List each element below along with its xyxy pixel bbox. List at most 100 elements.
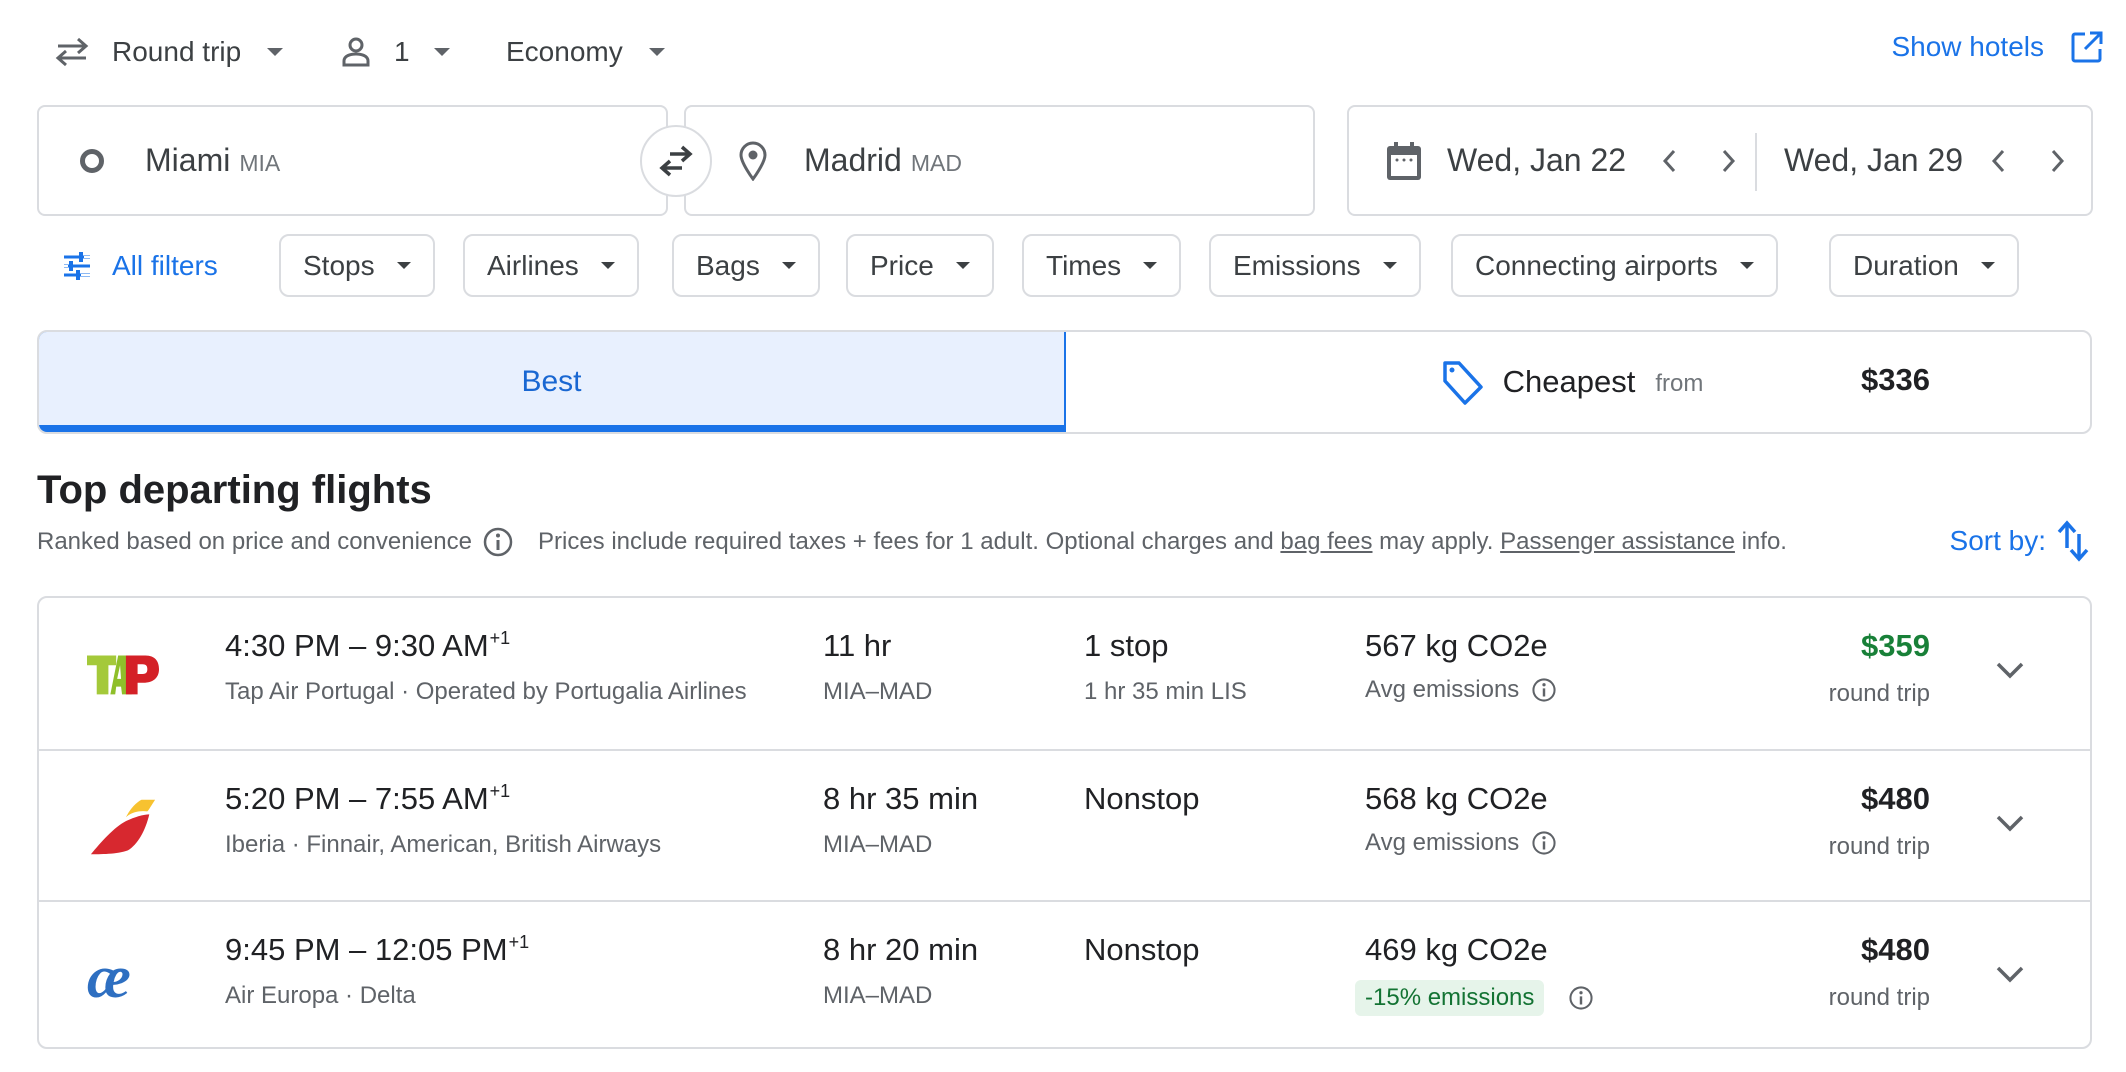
filter-stops[interactable]: Stops	[279, 234, 435, 297]
filter-times[interactable]: Times	[1022, 234, 1182, 297]
chevron-down-icon	[433, 48, 450, 56]
flight-stops: Nonstop	[1084, 932, 1200, 967]
emissions-badge: -15% emissions	[1355, 980, 1545, 1016]
flight-route: MIA–MAD	[823, 982, 933, 1009]
flight-row[interactable]: 4:30 PM – 9:30 AM+1 Tap Air Portugal · O…	[39, 598, 2090, 749]
times-text: 9:45 PM – 12:05 PM	[225, 932, 508, 967]
chevron-down-icon	[955, 262, 970, 269]
flight-duration: 8 hr 20 min	[823, 932, 979, 967]
expand-flight-button[interactable]	[1988, 803, 2032, 847]
filter-emissions[interactable]: Emissions	[1209, 234, 1421, 297]
filter-bags[interactable]: Bags	[672, 234, 820, 297]
chevron-down-icon	[1995, 813, 2025, 838]
filter-label: Duration	[1853, 249, 1959, 281]
flight-times: 9:45 PM – 12:05 PM+1	[225, 932, 529, 968]
times-text: 4:30 PM – 9:30 AM	[225, 628, 489, 663]
tab-best-label: Best	[521, 365, 582, 398]
price-type: round trip	[1828, 833, 1930, 860]
flight-price: $480	[1861, 781, 1930, 816]
emissions-note-text: Avg emissions	[1365, 676, 1520, 703]
prices-note-2: may apply.	[1379, 528, 1494, 555]
emissions-note-text: Avg emissions	[1365, 829, 1520, 856]
cheapest-price: $336	[1861, 362, 1930, 397]
depart-date-field[interactable]: Wed, Jan 22	[1385, 107, 1748, 214]
chevron-down-icon	[1995, 964, 2025, 989]
chevron-down-icon	[1980, 262, 1995, 269]
filter-airlines[interactable]: Airlines	[463, 234, 639, 297]
flight-duration: 8 hr 35 min	[823, 781, 979, 816]
chevron-down-icon	[600, 262, 615, 269]
air-europa-logo: æ	[87, 942, 159, 1014]
layover-info: 1 hr 35 min LIS	[1084, 678, 1247, 705]
tap-air-portugal-logo	[87, 638, 159, 710]
filter-label: Bags	[696, 249, 760, 281]
return-next-day-button[interactable]	[2037, 141, 2077, 181]
sort-by-button[interactable]: Sort by:	[1950, 520, 2090, 562]
filter-label: Price	[870, 249, 934, 281]
info-icon[interactable]	[1531, 677, 1557, 703]
tune-filters-icon	[62, 251, 92, 281]
all-filters-button[interactable]: All filters	[62, 234, 218, 297]
date-range-field[interactable]: Wed, Jan 22 Wed, Jan 29	[1347, 105, 2093, 216]
chevron-down-icon	[1739, 262, 1754, 269]
cabin-class-label: Economy	[506, 36, 623, 67]
depart-prev-day-button[interactable]	[1650, 141, 1690, 181]
prices-note: Prices include required taxes + fees for…	[537, 528, 1274, 555]
tab-cheapest[interactable]: Cheapest from $336	[1066, 332, 2090, 432]
bag-fees-link[interactable]: bag fees	[1280, 528, 1372, 556]
trip-type-select[interactable]: Round trip	[54, 30, 284, 74]
sort-by-label: Sort by:	[1949, 525, 2046, 556]
swap-horizontal-icon	[54, 36, 90, 68]
destination-field[interactable]: Madrid MAD	[684, 105, 1315, 216]
chevron-down-icon	[648, 48, 665, 56]
price-type: round trip	[1828, 984, 1930, 1011]
all-filters-label: All filters	[112, 249, 218, 281]
filter-label: Connecting airports	[1475, 249, 1718, 281]
flight-route: MIA–MAD	[823, 831, 933, 858]
tab-best[interactable]: Best	[39, 332, 1066, 432]
show-hotels-link[interactable]: Show hotels	[1891, 30, 2104, 64]
info-icon[interactable]	[1531, 830, 1557, 856]
filter-connecting-airports[interactable]: Connecting airports	[1451, 234, 1778, 297]
filter-price[interactable]: Price	[846, 234, 994, 297]
emissions-note: -15% emissions	[1355, 980, 1594, 1016]
flight-times: 4:30 PM – 9:30 AM+1	[225, 628, 510, 664]
airline-name: Tap Air Portugal · Operated by Portugali…	[225, 678, 747, 705]
chevron-down-icon	[1995, 660, 2025, 685]
chevron-down-icon	[396, 262, 411, 269]
expand-flight-button[interactable]	[1988, 954, 2032, 998]
show-hotels-label: Show hotels	[1891, 31, 2044, 62]
svg-text:æ: æ	[87, 948, 131, 1008]
expand-flight-button[interactable]	[1988, 650, 2032, 694]
date-divider	[1755, 133, 1757, 191]
info-icon[interactable]	[1568, 985, 1594, 1011]
origin-code: MIA	[239, 150, 281, 176]
times-text: 5:20 PM – 7:55 AM	[225, 781, 489, 816]
day-offset: +1	[489, 628, 511, 648]
return-date-field[interactable]: Wed, Jan 29	[1784, 107, 2077, 214]
filter-label: Stops	[303, 249, 375, 281]
origin-field[interactable]: Miami MIA	[37, 105, 668, 216]
info-icon[interactable]	[482, 526, 514, 558]
passenger-assistance-link[interactable]: Passenger assistance	[1500, 528, 1735, 556]
swap-locations-button[interactable]	[640, 125, 712, 197]
filter-duration[interactable]: Duration	[1829, 234, 2019, 297]
ranked-note: Ranked based on price and convenience	[37, 528, 472, 555]
filter-label: Times	[1046, 249, 1122, 281]
tab-cheapest-label: Cheapest	[1502, 364, 1636, 399]
flight-row[interactable]: 5:20 PM – 7:55 AM+1 Iberia · Finnair, Am…	[39, 749, 2090, 900]
iberia-logo	[87, 791, 159, 863]
flight-price: $359	[1861, 628, 1930, 663]
sort-tabs: Best Cheapest from $336	[37, 330, 2092, 434]
cabin-class-select[interactable]: Economy	[506, 30, 665, 74]
calendar-icon	[1385, 141, 1423, 181]
flight-price: $480	[1861, 932, 1930, 967]
price-tag-icon	[1441, 359, 1485, 405]
return-prev-day-button[interactable]	[1979, 141, 2019, 181]
flight-row[interactable]: æ 9:45 PM – 12:05 PM+1 Air Europa · Delt…	[39, 900, 2090, 1047]
person-icon	[340, 36, 372, 68]
origin-city: Miami	[145, 142, 231, 178]
depart-next-day-button[interactable]	[1708, 141, 1748, 181]
passengers-select[interactable]: 1	[340, 30, 450, 74]
day-offset: +1	[508, 932, 530, 952]
